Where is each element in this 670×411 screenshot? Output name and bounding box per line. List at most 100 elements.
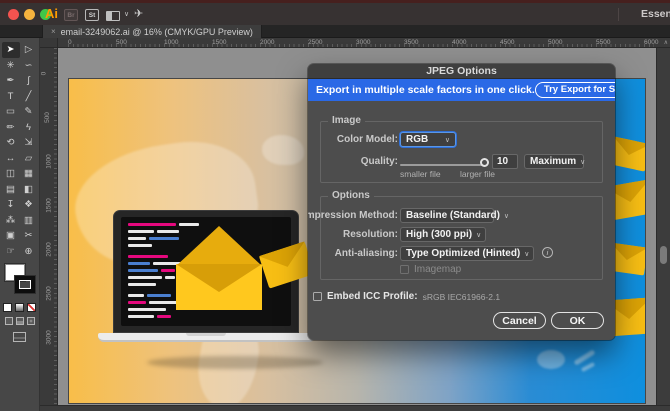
- quality-level-value: Maximum: [530, 156, 576, 167]
- compression-method-label: Compression Method:: [308, 210, 398, 221]
- resolution-dropdown[interactable]: High (300 ppi) ∨: [400, 227, 486, 242]
- pencil-tool[interactable]: ✏: [2, 120, 20, 136]
- hand-tool[interactable]: ☞: [2, 244, 20, 260]
- stock-icon[interactable]: St: [85, 9, 99, 21]
- quality-level-dropdown[interactable]: Maximum ∨: [524, 154, 584, 169]
- ruler-number: 1000: [164, 39, 178, 46]
- type-tool[interactable]: T: [2, 89, 20, 105]
- eyedropper-tool[interactable]: ↧: [2, 197, 20, 213]
- anti-aliasing-dropdown[interactable]: Type Optimized (Hinted) ∨: [400, 246, 534, 261]
- embed-icc-label: Embed ICC Profile:: [327, 291, 418, 302]
- smaller-file-label: smaller file: [400, 169, 441, 179]
- draw-normal-icon[interactable]: [5, 317, 13, 325]
- jpeg-options-dialog: JPEG Options Export in multiple scale fa…: [308, 64, 615, 340]
- ruler-number: 1500: [46, 198, 53, 212]
- width-tool[interactable]: ↔: [2, 151, 20, 167]
- scale-tool[interactable]: ⇲: [20, 135, 38, 151]
- vertical-ruler: 050010001500200025003000: [40, 48, 58, 405]
- gradient-button[interactable]: [15, 303, 24, 312]
- drawing-modes-row: [5, 317, 35, 325]
- icc-profile-value: sRGB IEC61966-2.1: [423, 292, 500, 302]
- ruler-number: 4000: [452, 39, 466, 46]
- ruler-number: 0: [68, 39, 72, 46]
- embed-icc-checkbox[interactable]: [313, 292, 322, 301]
- ruler-origin-box[interactable]: [40, 38, 58, 48]
- chevron-down-icon[interactable]: ∨: [124, 10, 129, 18]
- ruler-number: 2000: [46, 242, 53, 256]
- perspective-grid-tool[interactable]: ▦: [20, 166, 38, 182]
- gradient-tool[interactable]: ◧: [20, 182, 38, 198]
- image-group-label: Image: [328, 115, 365, 126]
- quality-slider-knob[interactable]: [480, 158, 489, 167]
- direct-selection-tool[interactable]: ▷: [20, 42, 38, 58]
- ruler-number: 5000: [548, 39, 562, 46]
- ruler-number: 2000: [260, 39, 274, 46]
- magic-wand-tool[interactable]: ✳: [2, 58, 20, 74]
- compression-method-dropdown[interactable]: Baseline (Standard) ∨: [400, 208, 494, 223]
- mesh-tool[interactable]: ▤: [2, 182, 20, 198]
- cancel-button[interactable]: Cancel: [493, 312, 546, 329]
- symbol-sprayer-tool[interactable]: ⁂: [2, 213, 20, 229]
- color-model-dropdown[interactable]: RGB ∨: [400, 132, 456, 147]
- vertical-scrollbar-handle[interactable]: [660, 246, 667, 264]
- workspace-switcher[interactable]: Essent: [641, 8, 670, 20]
- document-tab-bar: × email-3249062.ai @ 16% (CMYK/GPU Previ…: [0, 25, 670, 38]
- banner-text: Export in multiple scale factors in one …: [316, 84, 535, 96]
- artboard-tool[interactable]: ▣: [2, 228, 20, 244]
- try-export-for-screens-button[interactable]: Try Export for Screens: [535, 82, 615, 98]
- chevron-down-icon: ∨: [524, 250, 529, 258]
- pen-tool[interactable]: ✒: [2, 73, 20, 89]
- paintbrush-tool[interactable]: ✎: [20, 104, 38, 120]
- color-button[interactable]: [3, 303, 12, 312]
- laptop-base: [98, 333, 315, 342]
- draw-behind-icon[interactable]: [16, 317, 24, 325]
- screen-mode-icon[interactable]: [13, 332, 26, 342]
- shaper-tool[interactable]: ϟ: [20, 120, 38, 136]
- lasso-tool[interactable]: ∽: [20, 58, 38, 74]
- tab-close-icon[interactable]: ×: [51, 28, 56, 36]
- graph-tool[interactable]: ▥: [20, 213, 38, 229]
- scroll-up-arrow-icon[interactable]: ∧: [664, 39, 668, 46]
- share-icon[interactable]: ✈: [134, 7, 143, 20]
- document-tab[interactable]: × email-3249062.ai @ 16% (CMYK/GPU Previ…: [42, 25, 262, 38]
- compression-method-value: Baseline (Standard): [406, 210, 500, 221]
- color-type-row: [3, 303, 36, 312]
- curvature-tool[interactable]: ∫: [20, 73, 38, 89]
- free-transform-tool[interactable]: ▱: [20, 151, 38, 167]
- zoom-tool[interactable]: ⊕: [20, 244, 38, 260]
- blend-tool[interactable]: ❖: [20, 197, 38, 213]
- minimize-window-button[interactable]: [24, 9, 35, 20]
- quality-label: Quality:: [361, 156, 398, 167]
- bridge-icon[interactable]: Br: [64, 9, 78, 21]
- larger-file-label: larger file: [460, 169, 495, 179]
- anti-aliasing-value: Type Optimized (Hinted): [406, 248, 520, 259]
- horizontal-scrollbar[interactable]: [40, 405, 670, 411]
- ruler-number: 2500: [308, 39, 322, 46]
- ruler-number: 1500: [212, 39, 226, 46]
- rectangle-tool[interactable]: ▭: [2, 104, 20, 120]
- options-group-label: Options: [328, 190, 374, 201]
- color-model-label: Color Model:: [337, 134, 398, 145]
- info-icon[interactable]: i: [542, 247, 553, 258]
- selection-tool[interactable]: ➤: [2, 42, 20, 58]
- ruler-number: 500: [116, 39, 127, 46]
- application-bar: Ai Br St ∨ ✈ Essent: [0, 3, 670, 25]
- rotate-tool[interactable]: ⟲: [2, 135, 20, 151]
- draw-inside-icon[interactable]: [27, 317, 35, 325]
- quality-slider-track[interactable]: [400, 164, 484, 166]
- shape-builder-tool[interactable]: ◫: [2, 166, 20, 182]
- ok-button[interactable]: OK: [551, 312, 604, 329]
- ruler-number: 3000: [356, 39, 370, 46]
- vertical-scrollbar[interactable]: [656, 48, 670, 405]
- ruler-number: 5500: [596, 39, 610, 46]
- line-segment-tool[interactable]: ╱: [20, 89, 38, 105]
- arrange-documents-icon[interactable]: [106, 11, 120, 21]
- stroke-color-swatch[interactable]: [15, 276, 35, 293]
- resolution-label: Resolution:: [343, 229, 398, 240]
- quality-value-field[interactable]: 10: [492, 154, 518, 169]
- close-window-button[interactable]: [8, 9, 19, 20]
- none-button[interactable]: [27, 303, 36, 312]
- fill-stroke-swatches: [4, 264, 36, 298]
- slice-tool[interactable]: ✂: [20, 228, 38, 244]
- illustrator-window: Ai Br St ∨ ✈ Essent × email-3249062.ai @…: [0, 0, 670, 411]
